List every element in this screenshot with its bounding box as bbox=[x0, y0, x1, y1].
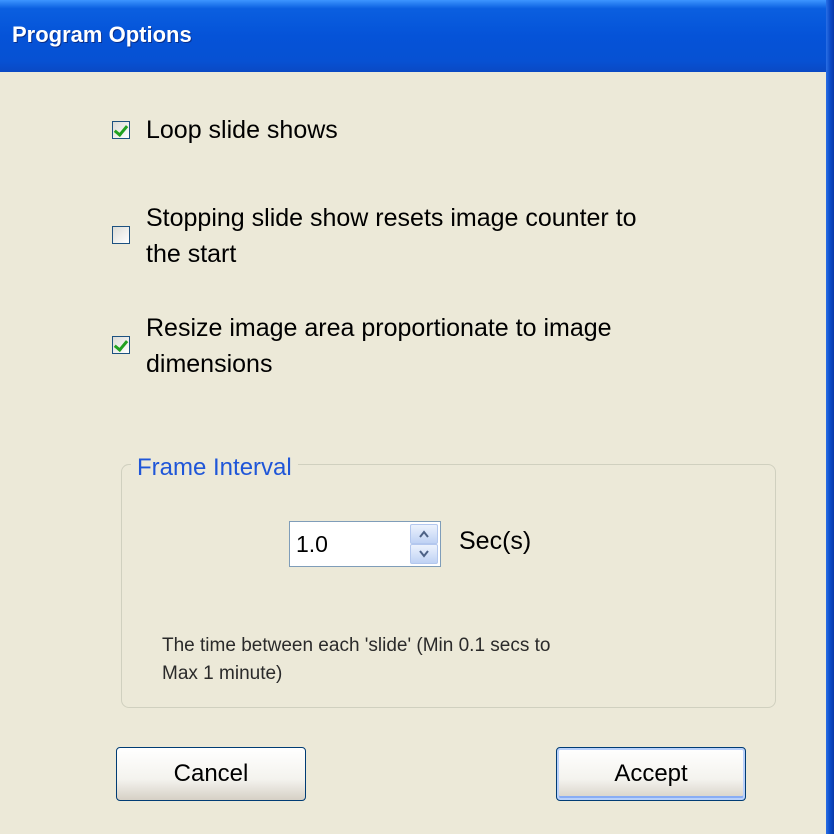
loop-slide-shows-checkbox[interactable] bbox=[112, 121, 130, 139]
title-bar[interactable]: Program Options bbox=[0, 0, 826, 72]
chevron-up-icon bbox=[419, 530, 429, 538]
dialog-content bbox=[0, 72, 826, 834]
resize-image-area-option[interactable]: Resize image area proportionate to image… bbox=[112, 310, 612, 382]
reset-counter-checkbox[interactable] bbox=[112, 226, 130, 244]
program-options-dialog: Program Options Loop slide shows Stoppin… bbox=[0, 0, 834, 834]
resize-image-area-label: Resize image area proportionate to image… bbox=[146, 310, 612, 382]
interval-hint: The time between each 'slide' (Min 0.1 s… bbox=[162, 632, 702, 688]
window-title: Program Options bbox=[12, 22, 192, 47]
loop-slide-shows-option[interactable]: Loop slide shows bbox=[112, 112, 338, 148]
accept-button[interactable]: Accept bbox=[556, 747, 746, 801]
resize-image-area-label-line1: Resize image area proportionate to image bbox=[146, 314, 612, 342]
window-border bbox=[826, 0, 834, 834]
spin-up-button[interactable] bbox=[410, 524, 438, 544]
interval-hint-line2: Max 1 minute) bbox=[162, 663, 283, 684]
loop-slide-shows-label: Loop slide shows bbox=[146, 116, 338, 144]
reset-counter-label: Stopping slide show resets image counter… bbox=[146, 200, 637, 272]
reset-counter-label-line1: Stopping slide show resets image counter… bbox=[146, 204, 637, 232]
frame-interval-input[interactable] bbox=[296, 528, 404, 560]
interval-hint-line1: The time between each 'slide' (Min 0.1 s… bbox=[162, 635, 551, 656]
resize-image-area-checkbox[interactable] bbox=[112, 336, 130, 354]
interval-unit-label: Sec(s) bbox=[459, 527, 532, 555]
reset-counter-label-line2: the start bbox=[146, 240, 237, 268]
reset-counter-option[interactable]: Stopping slide show resets image counter… bbox=[112, 200, 637, 272]
spin-down-button[interactable] bbox=[410, 544, 438, 564]
cancel-button[interactable]: Cancel bbox=[116, 747, 306, 801]
frame-interval-legend: Frame Interval bbox=[131, 452, 298, 484]
resize-image-area-label-line2: dimensions bbox=[146, 350, 273, 378]
frame-interval-spinner[interactable] bbox=[289, 521, 441, 567]
chevron-down-icon bbox=[419, 550, 429, 558]
